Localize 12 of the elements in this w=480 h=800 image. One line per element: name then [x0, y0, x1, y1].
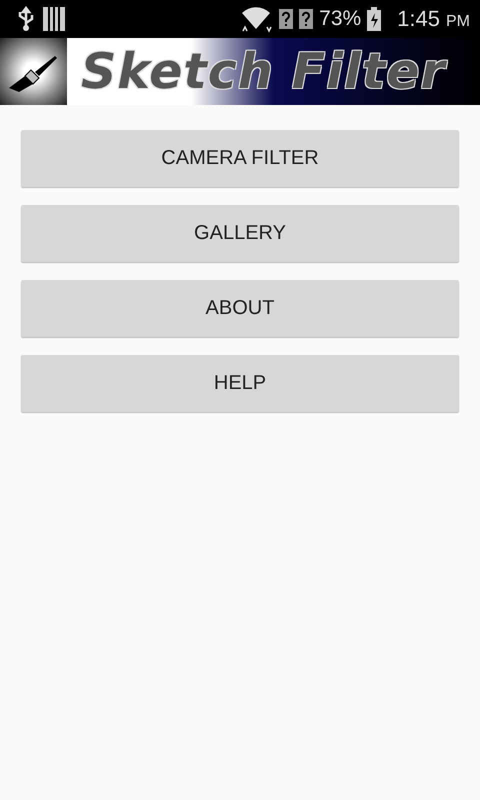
usb-icon — [16, 6, 36, 32]
menu-button[interactable]: ABOUT — [21, 280, 459, 337]
no-signal-icon — [279, 9, 294, 29]
battery-charging-icon — [367, 7, 382, 31]
wifi-icon — [239, 5, 274, 33]
menu-button[interactable]: GALLERY — [21, 205, 459, 262]
menu-button[interactable]: CAMERA FILTER — [21, 130, 459, 187]
battery-percentage: 73% — [319, 7, 362, 31]
clock-period: PM — [446, 12, 470, 30]
menu-button[interactable]: HELP — [21, 355, 459, 412]
no-signal-icon — [299, 9, 314, 29]
clock-time: 1:45 — [397, 6, 440, 32]
